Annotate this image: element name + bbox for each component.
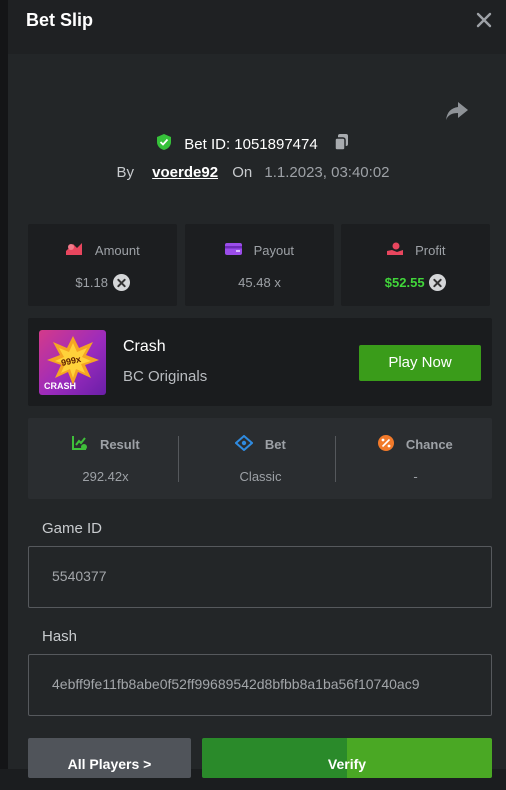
play-now-button[interactable]: Play Now	[359, 345, 481, 381]
column-divider	[178, 436, 179, 482]
hand-coin-icon	[386, 242, 404, 259]
ticket-icon	[234, 434, 254, 454]
game-provider: BC Originals	[123, 368, 208, 385]
profit-stat: Profit $52.55	[341, 224, 490, 306]
result-column: Result 292.42x	[28, 418, 183, 499]
payout-stat: Payout 45.48 x	[185, 224, 334, 306]
bet-datetime: 1.1.2023, 03:40:02	[264, 163, 390, 181]
game-id-label: Game ID	[42, 520, 103, 537]
share-icon[interactable]	[445, 100, 469, 122]
bet-meta-row: By voerde92 On 1.1.2023, 03:40:02	[0, 163, 506, 185]
bet-id-row: Bet ID: 1051897474	[0, 133, 506, 157]
verify-button[interactable]: Verify	[202, 738, 492, 778]
copy-icon[interactable]	[334, 133, 350, 155]
amount-stat: Amount $1.18	[28, 224, 177, 306]
shield-check-icon	[156, 133, 172, 155]
left-edge-strip	[0, 0, 8, 769]
result-value: 292.42x	[82, 469, 129, 484]
currency-coin-icon	[429, 274, 447, 292]
result-card: Result 292.42x Bet Classic Chance -	[28, 418, 492, 499]
wallet-icon	[224, 242, 242, 259]
all-players-button[interactable]: All Players >	[28, 738, 191, 778]
amount-value: $1.18	[75, 275, 108, 291]
payout-value: 45.48 x	[238, 275, 281, 291]
username-link[interactable]: voerde92	[152, 164, 218, 181]
percent-icon	[378, 435, 395, 454]
column-divider	[335, 436, 336, 482]
amount-label: Amount	[94, 243, 140, 259]
bet-id: Bet ID: 1051897474	[184, 135, 318, 153]
close-icon[interactable]	[474, 10, 494, 30]
currency-coin-icon	[112, 274, 130, 292]
bet-type-column: Bet Classic	[183, 418, 338, 499]
profit-value: $52.55	[384, 275, 425, 291]
page-title: Bet Slip	[26, 10, 94, 30]
result-label: Result	[99, 437, 140, 452]
bet-slip-header: Bet Slip	[8, 0, 506, 54]
chance-label: Chance	[405, 437, 453, 452]
bet-type-label: Bet	[264, 437, 286, 452]
on-label: On	[232, 163, 253, 181]
crash-game-thumbnail[interactable]: 999x CRASH	[39, 330, 106, 395]
game-id-value: 5540377	[52, 568, 107, 584]
payout-label: Payout	[253, 243, 295, 259]
profit-label: Profit	[415, 243, 446, 259]
game-name: Crash	[123, 338, 166, 355]
hash-field[interactable]: 4ebff9fe11fb8abe0f52ff99689542d8bfbb8a1b…	[28, 654, 492, 716]
thumb-label: CRASH	[44, 381, 77, 391]
hash-label: Hash	[42, 628, 78, 645]
chart-check-icon	[71, 435, 88, 454]
chance-value: -	[413, 469, 418, 484]
hash-value: 4ebff9fe11fb8abe0f52ff99689542d8bfbb8a1b…	[52, 676, 420, 692]
coins-icon	[65, 242, 83, 259]
chance-column: Chance -	[338, 418, 493, 499]
bet-type-value: Classic	[239, 469, 282, 484]
game-card: 999x CRASH Crash BC Originals Play Now	[28, 318, 492, 406]
game-id-field[interactable]: 5540377	[28, 546, 492, 608]
by-label: By	[116, 163, 134, 181]
